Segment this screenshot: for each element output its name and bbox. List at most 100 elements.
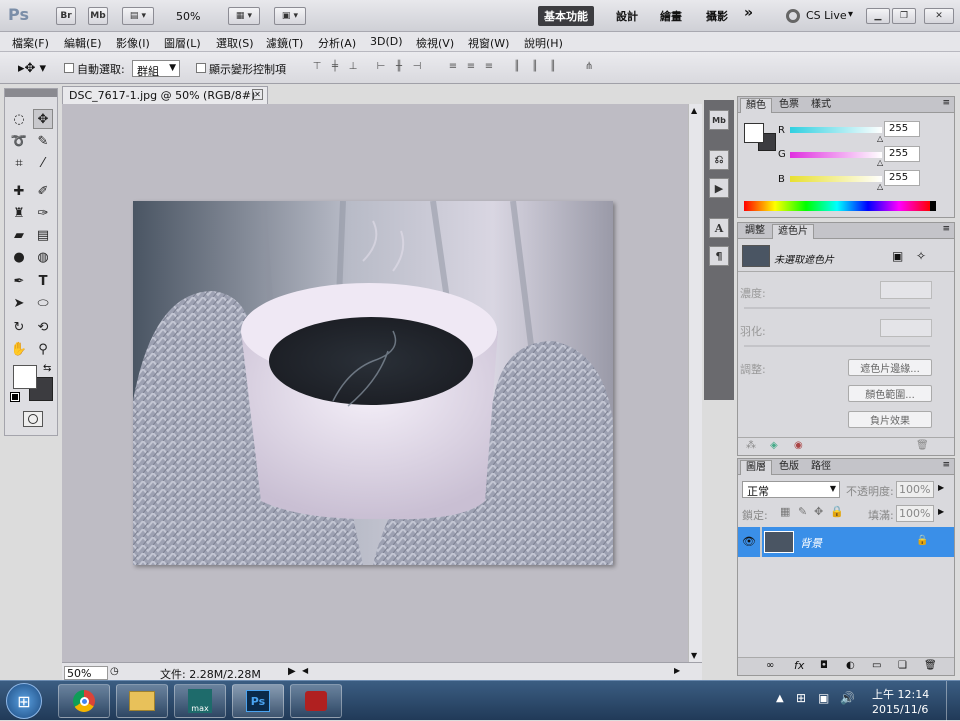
close-document-icon[interactable]: ✕ — [252, 89, 263, 100]
scroll-down-icon[interactable]: ▼ — [691, 651, 697, 660]
menu-select[interactable]: 選取(S) — [216, 35, 254, 51]
panel-menu-icon[interactable]: ≡ — [942, 224, 950, 234]
tab-channels[interactable]: 色版 — [774, 460, 804, 475]
crop-tool-icon[interactable]: ⌗ — [9, 153, 29, 173]
align-hcenter-icon[interactable]: ╫ — [392, 61, 406, 75]
align-top-icon[interactable]: ⊤ — [310, 61, 324, 75]
tab-swatches[interactable]: 色票 — [774, 98, 804, 113]
tab-styles[interactable]: 樣式 — [806, 98, 836, 113]
layer-row-background[interactable]: 👁 背景 🔒 — [738, 527, 954, 557]
disable-mask-icon[interactable]: ◉ — [794, 440, 803, 451]
document-canvas-area[interactable] — [62, 104, 688, 662]
history-brush-tool-icon[interactable]: ✑ — [33, 203, 53, 223]
distribute-bottom-icon[interactable]: ≡ — [482, 61, 496, 75]
distribute-top-icon[interactable]: ≡ — [446, 61, 460, 75]
delete-layer-icon[interactable]: 🗑 — [924, 660, 937, 671]
feather-slider[interactable] — [744, 345, 930, 347]
visibility-eye-icon[interactable]: 👁 — [742, 535, 756, 548]
bridge-button[interactable]: Br — [56, 7, 76, 25]
lasso-tool-icon[interactable]: ➰ — [9, 131, 29, 151]
tools-panel-grip[interactable] — [5, 89, 57, 97]
dodge-tool-icon[interactable]: ◍ — [33, 247, 53, 267]
canvas-image[interactable] — [133, 201, 613, 565]
more-workspaces-button[interactable]: » — [744, 5, 753, 21]
clock-date[interactable]: 2015/11/6 — [872, 703, 928, 716]
shape-tool-icon[interactable]: ⬭ — [33, 293, 53, 313]
history-panel-icon[interactable]: ⎌ — [709, 150, 729, 170]
new-group-icon[interactable]: ▭ — [872, 660, 881, 671]
add-pixel-mask-icon[interactable]: ▣ — [892, 249, 903, 263]
g-slider-thumb-icon[interactable]: △ — [877, 158, 883, 167]
clock-time[interactable]: 上午 12:14 — [872, 686, 929, 702]
panel-menu-icon[interactable]: ≡ — [942, 460, 950, 470]
b-channel-slider[interactable] — [790, 176, 882, 182]
show-transform-checkbox[interactable] — [196, 63, 206, 73]
taskbar-3dsmax-button[interactable]: max — [174, 684, 226, 718]
move-tool-icon[interactable]: ✥ — [33, 109, 53, 129]
align-left-icon[interactable]: ⊢ — [374, 61, 388, 75]
scroll-left-icon[interactable]: ◀ — [302, 666, 308, 675]
network-icon[interactable]: ▣ — [818, 691, 829, 705]
screen-mode-button[interactable]: ▣ ▾ — [274, 7, 306, 25]
apply-mask-icon[interactable]: ◈ — [770, 440, 778, 451]
document-tab[interactable]: DSC_7617-1.jpg @ 50% (RGB/8#) * ✕ — [62, 86, 268, 115]
menu-image[interactable]: 影像(I) — [116, 35, 150, 51]
lock-all-icon[interactable]: 🔒 — [830, 505, 844, 518]
workspace-painting[interactable]: 繪畫 — [660, 8, 682, 24]
distribute-right-icon[interactable]: ║ — [546, 61, 560, 75]
mini-bridge-button[interactable]: Mb — [88, 7, 108, 25]
menu-layer[interactable]: 圖層(L) — [164, 35, 201, 51]
color-spectrum-ramp[interactable] — [744, 201, 930, 211]
foreground-color-swatch[interactable] — [13, 365, 37, 389]
menu-view[interactable]: 檢視(V) — [416, 35, 454, 51]
tab-masks[interactable]: 遮色片 — [772, 224, 814, 239]
distribute-vcenter-icon[interactable]: ≡ — [464, 61, 478, 75]
load-selection-icon[interactable]: ⁂ — [746, 440, 756, 451]
workspace-essentials[interactable]: 基本功能 — [538, 6, 594, 26]
move-tool-preset-icon[interactable]: ▸✥ ▾ — [18, 61, 46, 76]
align-right-icon[interactable]: ⊣ — [410, 61, 424, 75]
minimize-button[interactable]: ▁ — [866, 8, 890, 24]
tab-adjustments[interactable]: 調整 — [740, 224, 770, 239]
quick-select-tool-icon[interactable]: ✎ — [33, 131, 53, 151]
mask-edge-button[interactable]: 遮色片邊緣... — [848, 359, 932, 376]
cs-live-label[interactable]: CS Live — [806, 9, 847, 22]
3d-rotate-tool-icon[interactable]: ↻ — [9, 317, 29, 337]
quick-mask-button[interactable] — [23, 411, 43, 427]
add-vector-mask-icon[interactable]: ✧ — [916, 249, 926, 263]
invert-button[interactable]: 負片效果 — [848, 411, 932, 428]
auto-align-layers-icon[interactable]: ⋔ — [582, 61, 596, 75]
workspace-photography[interactable]: 攝影 — [706, 8, 728, 24]
blur-tool-icon[interactable]: ● — [9, 247, 29, 267]
spectrum-black-swatch[interactable] — [930, 201, 936, 211]
show-desktop-button[interactable] — [946, 681, 960, 721]
distribute-left-icon[interactable]: ║ — [510, 61, 524, 75]
r-slider-thumb-icon[interactable]: △ — [877, 134, 883, 143]
3d-orbit-tool-icon[interactable]: ⟲ — [33, 317, 53, 337]
layer-name[interactable]: 背景 — [800, 535, 822, 551]
density-slider[interactable] — [744, 307, 930, 309]
lock-image-icon[interactable]: ✎ — [798, 505, 807, 518]
status-info-icon[interactable]: ◷ — [110, 666, 119, 677]
link-layers-icon[interactable]: ∞ — [766, 660, 774, 671]
tab-color[interactable]: 顏色 — [740, 98, 772, 113]
arrange-documents-button[interactable]: ▦ ▾ — [228, 7, 260, 25]
menu-filter[interactable]: 濾鏡(T) — [266, 35, 303, 51]
g-value-field[interactable]: 255 — [884, 146, 920, 162]
taskbar-photoshop-button[interactable]: Ps — [232, 684, 284, 718]
menu-edit[interactable]: 編輯(E) — [64, 35, 102, 51]
menu-window[interactable]: 視窗(W) — [468, 35, 509, 51]
eraser-tool-icon[interactable]: ▰ — [9, 225, 29, 245]
windows-flag-icon[interactable]: ⊞ — [796, 691, 806, 705]
r-channel-slider[interactable] — [790, 127, 882, 133]
color-fg-swatch[interactable] — [744, 123, 764, 143]
swap-colors-icon[interactable]: ⇆ — [43, 363, 51, 374]
view-extras-button[interactable]: ▤ ▾ — [122, 7, 154, 25]
healing-brush-tool-icon[interactable]: ✚ — [9, 181, 29, 201]
eyedropper-tool-icon[interactable]: ⁄ — [33, 153, 53, 173]
close-button[interactable]: ✕ — [924, 8, 954, 24]
gradient-tool-icon[interactable]: ▤ — [33, 225, 53, 245]
actions-panel-icon[interactable]: ▶ — [709, 178, 729, 198]
b-slider-thumb-icon[interactable]: △ — [877, 182, 883, 191]
auto-select-checkbox[interactable] — [64, 63, 74, 73]
